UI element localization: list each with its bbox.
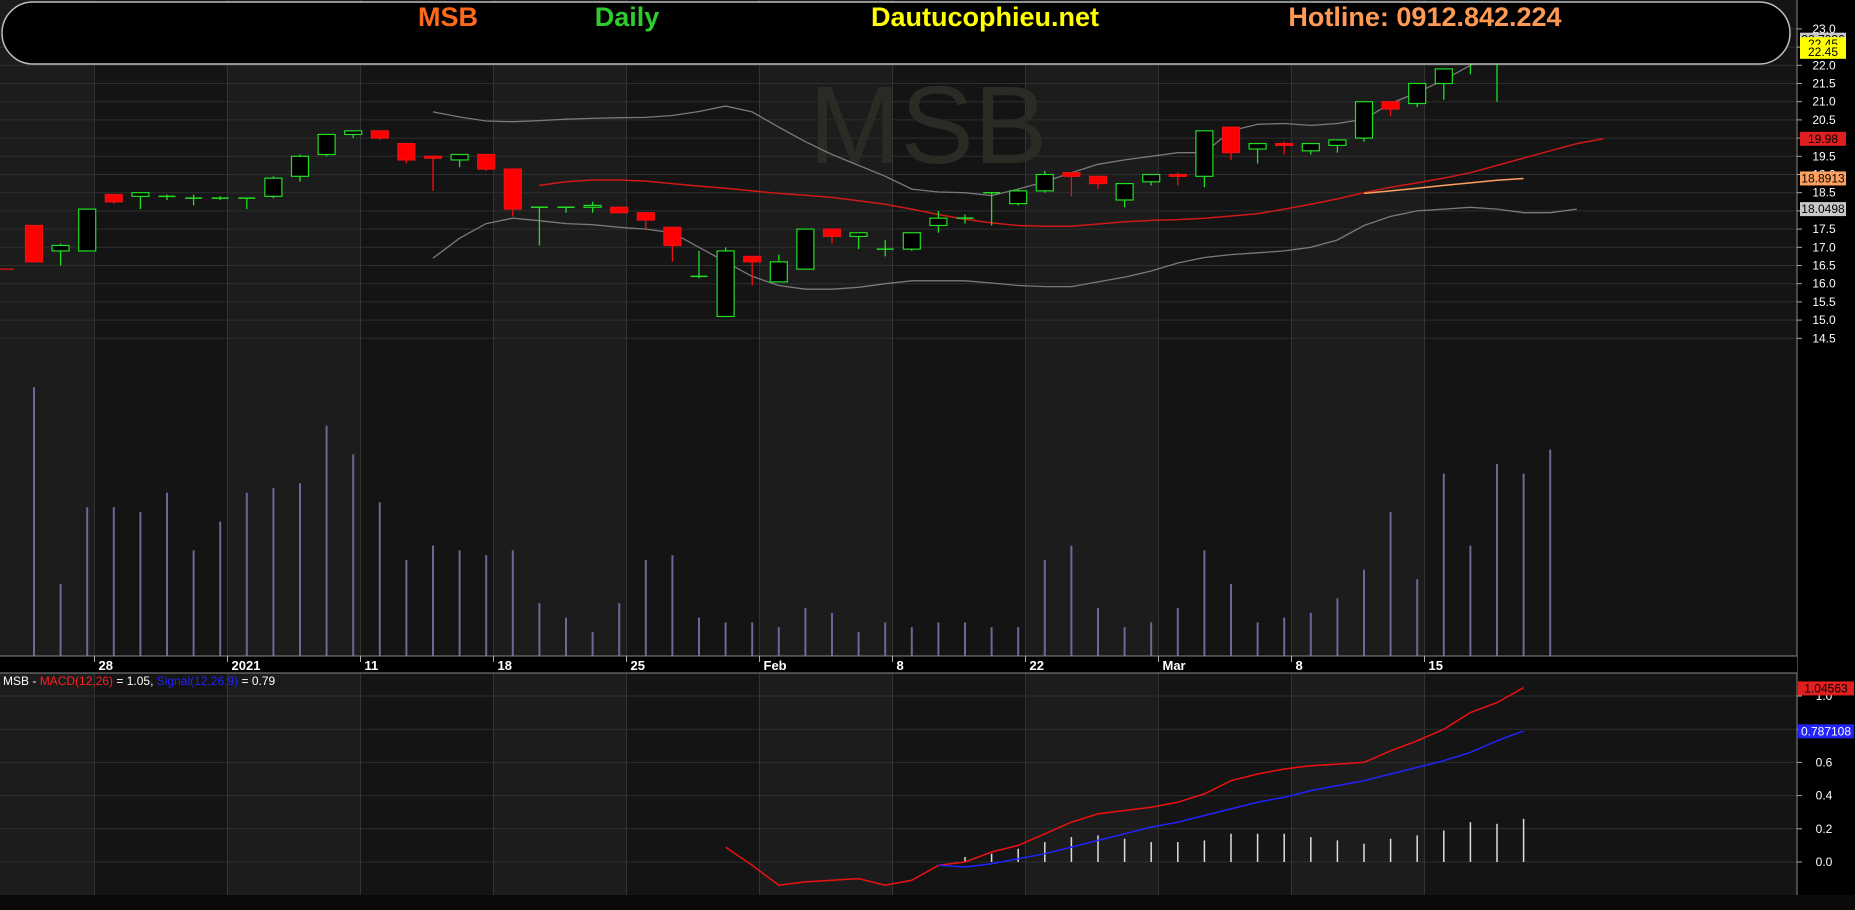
candle-body <box>849 232 868 237</box>
candle-body <box>450 153 469 161</box>
price-tag-label: 18.8913 <box>1801 171 1845 185</box>
candle-body <box>1168 173 1187 177</box>
macd-y-tick-label: 0.4 <box>1816 789 1833 803</box>
x-tick-label: 22 <box>1030 658 1044 673</box>
main-band <box>626 0 760 656</box>
x-tick-label: 28 <box>99 658 113 673</box>
candle-body <box>503 168 522 210</box>
x-tick-label: 2021 <box>232 658 261 673</box>
candle-body <box>104 193 123 203</box>
candle-body <box>636 212 655 221</box>
candle-body <box>796 228 815 270</box>
y-tick-label: 17.0 <box>1812 240 1836 254</box>
candle-body <box>78 208 97 252</box>
candle-body <box>51 244 70 252</box>
y-tick-label: 21.0 <box>1812 95 1836 109</box>
candle-body <box>1301 142 1320 152</box>
candle-body <box>1221 126 1241 154</box>
bottom-strip <box>0 895 1855 910</box>
candle-body <box>1088 175 1108 185</box>
macd-legend-signal-label: Signal(12,26,9) <box>157 674 238 688</box>
macd-legend-signal-value: = 0.79 <box>238 674 275 688</box>
candle-body <box>1062 172 1081 177</box>
candle-body <box>1354 101 1374 139</box>
candle-body <box>264 177 283 197</box>
candle-body <box>1248 142 1267 150</box>
candle-body <box>583 204 602 208</box>
x-tick-label: 8 <box>897 658 904 673</box>
x-tick-label: 8 <box>1296 658 1303 673</box>
y-tick-label: 15.0 <box>1812 313 1836 327</box>
macd-tag-label: 1.04563 <box>1804 681 1848 695</box>
candle-body <box>1328 139 1347 146</box>
y-tick-label: 15.5 <box>1812 295 1836 309</box>
y-tick-label: 16.5 <box>1812 259 1836 273</box>
macd-legend-symbol: MSB <box>3 674 29 688</box>
macd-legend: MSB - MACD(12,26) = 1.05, Signal(12,26,9… <box>3 674 275 688</box>
candle-body <box>397 142 416 161</box>
candle-body <box>1381 101 1400 110</box>
header-hotline: Hotline: 0912.842.224 <box>1288 2 1561 32</box>
candle-body <box>423 155 443 159</box>
candle-body <box>1275 142 1294 146</box>
macd-y-tick-label: 0.0 <box>1816 855 1833 869</box>
chart-canvas: MSB MSB Daily Dautucophieu.net Hotline: 0912… <box>0 0 1855 910</box>
price-tag-label: 18.0498 <box>1801 202 1845 216</box>
main-band <box>0 0 95 656</box>
candle-body <box>1434 68 1453 85</box>
header-period: Daily <box>595 2 660 32</box>
stock-chart-window: MSB MSB Daily Dautucophieu.net Hotline: 0912… <box>0 0 1855 910</box>
macd-y-tick-label: 0.6 <box>1816 755 1833 769</box>
macd-legend-macd-label: MACD(12,26) <box>40 674 113 688</box>
candle-body <box>1142 173 1161 183</box>
y-tick-label: 18.5 <box>1812 186 1836 200</box>
x-tick-label: 15 <box>1429 658 1443 673</box>
candle-body <box>317 133 336 156</box>
price-tag-label: 19.98 <box>1808 132 1838 146</box>
candle-body <box>1195 130 1214 177</box>
candle-body <box>1009 190 1028 205</box>
candle-body <box>24 224 44 263</box>
candle-body <box>663 226 682 247</box>
candle-body <box>477 153 496 170</box>
candle-body <box>370 130 389 139</box>
candle-body <box>290 155 310 177</box>
macd-y-tick-label: 0.2 <box>1816 822 1833 836</box>
watermark-text: MSB <box>809 64 1047 187</box>
y-tick-label: 16.0 <box>1812 277 1836 291</box>
candle-body <box>131 192 150 197</box>
candle-body <box>716 250 735 318</box>
y-tick-label: 21.5 <box>1812 77 1836 91</box>
x-tick-label: 18 <box>498 658 512 673</box>
y-tick-label: 17.5 <box>1812 222 1836 236</box>
candle-body <box>769 261 788 283</box>
x-tick-label: 11 <box>365 658 379 673</box>
x-tick-label: 25 <box>631 658 645 673</box>
x-tick-label: Mar <box>1163 658 1186 673</box>
y-tick-label: 19.5 <box>1812 149 1836 163</box>
candle-body <box>929 217 948 227</box>
macd-legend-sep: - <box>29 674 40 688</box>
candle-body <box>1035 173 1054 192</box>
header-site: Dautucophieu.net <box>871 2 1099 32</box>
y-tick-label: 14.5 <box>1812 331 1836 345</box>
price-tag-label: 22.45 <box>1808 45 1838 59</box>
candle-body <box>743 255 762 263</box>
y-tick-label: 22.0 <box>1812 58 1836 72</box>
candle-body <box>344 130 363 136</box>
candle-body <box>1408 82 1427 105</box>
main-band <box>1424 0 1797 656</box>
x-tick-label: Feb <box>764 658 787 673</box>
header-symbol: MSB <box>418 2 478 32</box>
candle-body <box>610 206 629 214</box>
macd-tag-label: 0.787108 <box>1801 724 1851 738</box>
macd-legend-macd-value: = 1.05, <box>113 674 157 688</box>
candle-body <box>822 228 842 237</box>
y-tick-label: 20.5 <box>1812 113 1836 127</box>
candle-body <box>902 232 921 250</box>
main-band <box>1158 0 1292 656</box>
candle-body <box>1115 183 1134 201</box>
